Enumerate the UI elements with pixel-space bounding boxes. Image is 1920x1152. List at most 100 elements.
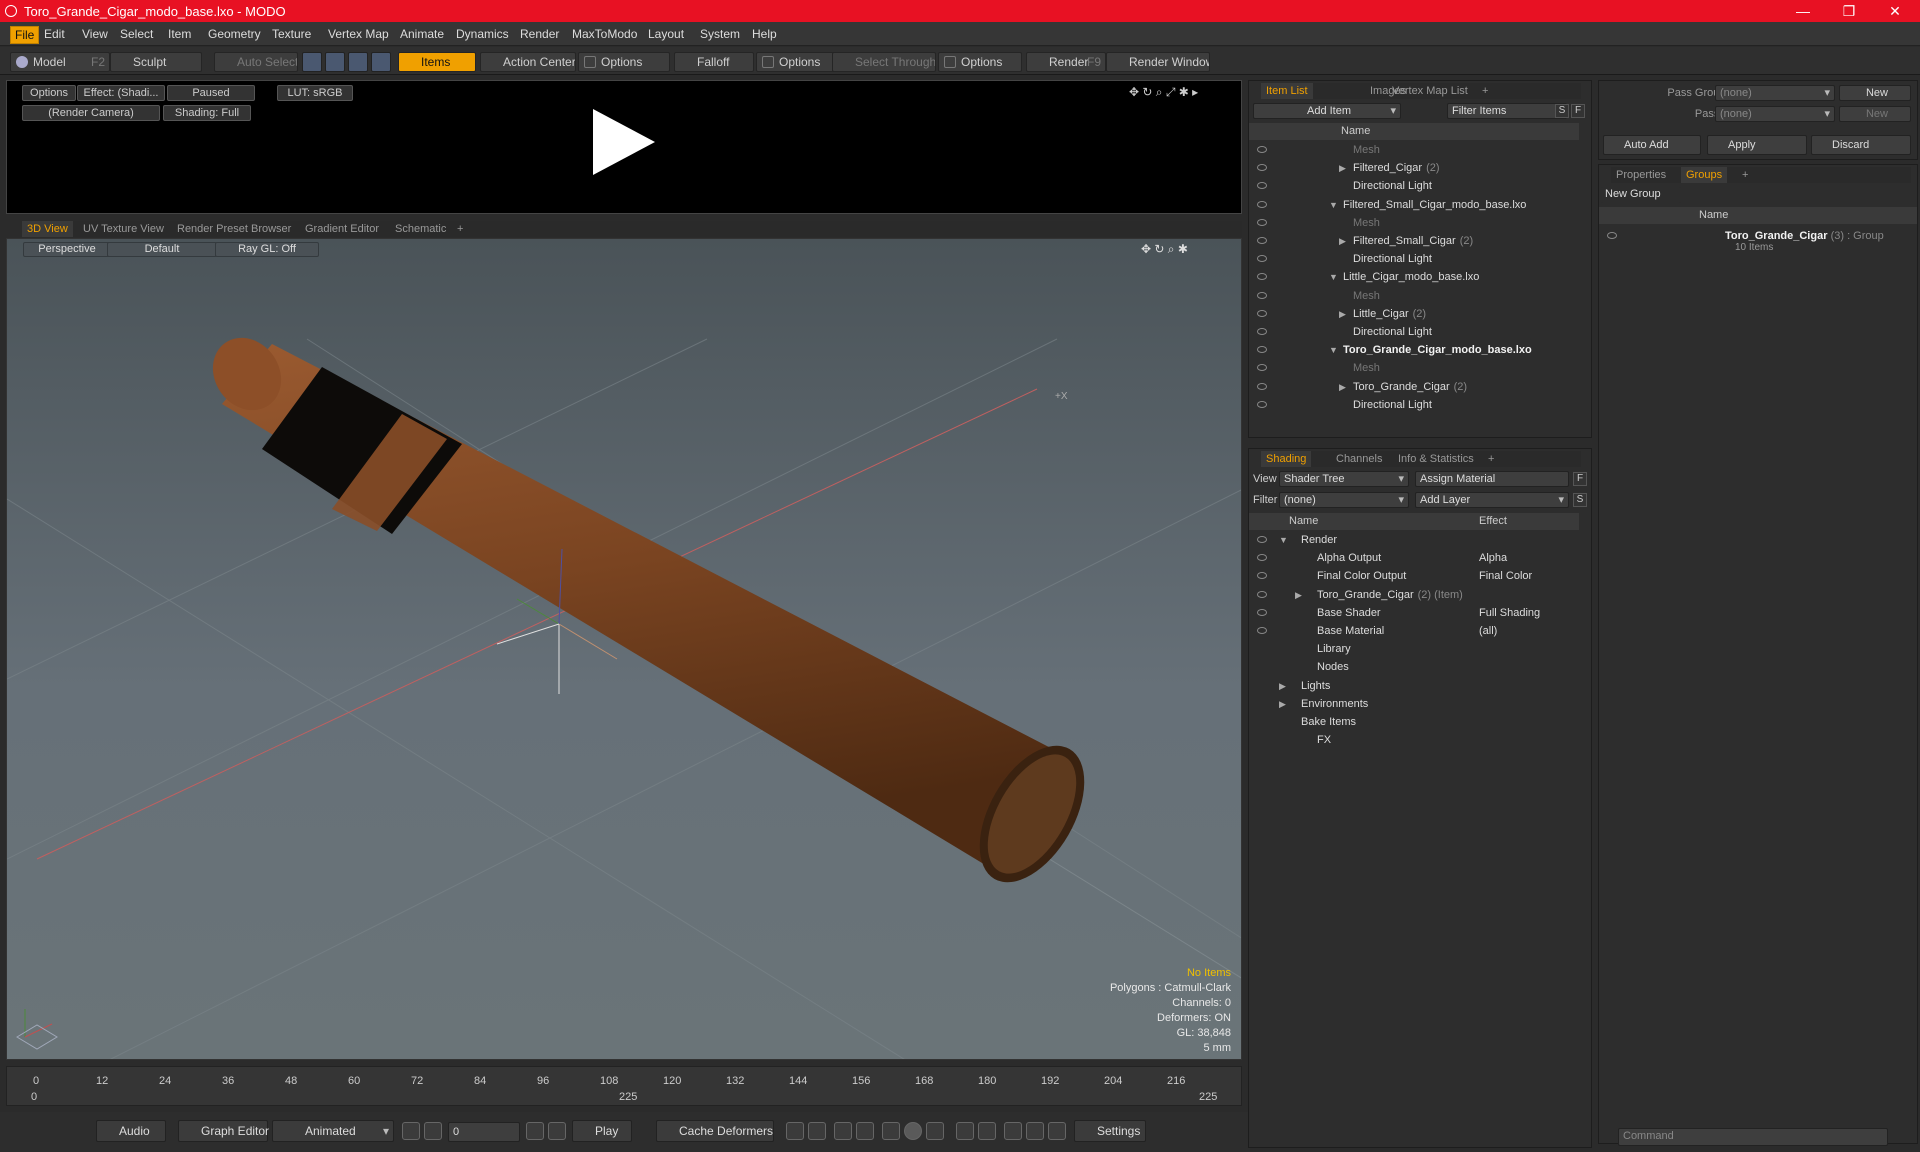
item-row[interactable]: ▼ Toro_Grande_Cigar_modo_base.lxo (1249, 341, 1579, 359)
model-button[interactable]: Model F2 (10, 52, 110, 72)
eye-icon[interactable] (1257, 328, 1267, 335)
collapse-icon[interactable]: ▼ (1329, 268, 1338, 286)
tab-info-statistics[interactable]: Info & Statistics (1393, 451, 1479, 467)
s-toggle[interactable]: S (1555, 104, 1569, 118)
options-button-2[interactable]: Options (756, 52, 836, 72)
play-button[interactable]: Play (572, 1120, 632, 1142)
play-icon[interactable] (593, 109, 655, 175)
f-toggle[interactable]: F (1571, 104, 1585, 118)
minimize-button[interactable]: — (1780, 0, 1826, 22)
expand-icon[interactable]: ▶ (1339, 159, 1346, 177)
group-row[interactable]: Toro_Grande_Cigar (3) : Group 10 Items (1599, 227, 1917, 259)
item-row[interactable]: ▼ Filtered_Small_Cigar_modo_base.lxo (1249, 196, 1579, 214)
tab-channels[interactable]: Channels (1331, 451, 1387, 467)
new-pass-group-button[interactable]: New (1839, 85, 1911, 101)
action-center-button[interactable]: Action Center (480, 52, 576, 72)
eye-icon[interactable] (1257, 364, 1267, 372)
effect-dropdown[interactable]: Final Color (1479, 567, 1532, 585)
shader-row[interactable]: FX (1249, 731, 1579, 749)
preview-options-button[interactable]: Options (22, 85, 76, 101)
menu-animate[interactable]: Animate (396, 26, 448, 42)
key-icon[interactable] (1004, 1122, 1022, 1140)
cigar-model[interactable] (199, 325, 1106, 900)
tab-shading[interactable]: Shading (1261, 451, 1312, 467)
key-icon[interactable] (834, 1122, 852, 1140)
vertices-mode-icon[interactable] (302, 52, 322, 72)
close-button[interactable]: ✕ (1872, 0, 1918, 22)
timeline[interactable]: 0 12 24 36 48 60 72 84 96 108 120 132 144 156 168 180 19… (6, 1066, 1242, 1106)
camera-dropdown[interactable]: (Render Camera) (22, 105, 160, 121)
menu-item[interactable]: Item (164, 26, 195, 42)
eye-icon[interactable] (1257, 572, 1267, 580)
3d-viewport[interactable]: Perspective Default Ray GL: Off ✥ ↻ ⌕ ✱ … (6, 238, 1242, 1060)
expand-icon[interactable]: ▶ (1339, 232, 1346, 250)
prev-key-icon[interactable] (424, 1122, 442, 1140)
eye-icon[interactable] (1607, 232, 1617, 239)
add-tab-button[interactable]: + (1737, 167, 1753, 183)
tab-vertex-map-list[interactable]: Vertex Map List (1387, 83, 1473, 99)
key-icon[interactable] (1026, 1122, 1044, 1140)
animated-dropdown[interactable]: Animated (272, 1120, 394, 1142)
eye-icon[interactable] (1257, 291, 1267, 299)
effect-dropdown[interactable]: Effect: (Shadi... (77, 85, 165, 101)
shader-row[interactable]: Base Shader Full Shading (1249, 604, 1579, 622)
collapse-icon[interactable]: ▼ (1279, 531, 1288, 549)
item-row[interactable]: ▶ Filtered_Small_Cigar (2) (1249, 232, 1579, 250)
falloff-button[interactable]: Falloff (674, 52, 754, 72)
tab-gradient-editor[interactable]: Gradient Editor (300, 221, 384, 237)
eye-icon[interactable] (1257, 218, 1267, 226)
menu-view[interactable]: View (78, 26, 112, 42)
pass-groups-dropdown[interactable]: (none) (1715, 85, 1835, 101)
expand-icon[interactable]: ▶ (1339, 305, 1346, 323)
effect-dropdown[interactable]: Alpha (1479, 549, 1507, 567)
eye-icon[interactable] (1257, 237, 1267, 244)
item-row[interactable]: Mesh (1249, 359, 1579, 377)
add-item-dropdown[interactable]: Add Item (1253, 103, 1401, 119)
render-button[interactable]: Render F9 (1026, 52, 1106, 72)
eye-icon[interactable] (1257, 273, 1267, 281)
eye-icon[interactable] (1257, 164, 1267, 172)
key-icon[interactable] (926, 1122, 944, 1140)
collapse-icon[interactable]: ▼ (1329, 196, 1338, 214)
item-row[interactable]: ▶ Little_Cigar (2) (1249, 305, 1579, 323)
effect-dropdown[interactable]: Full Shading (1479, 604, 1540, 622)
filter-dropdown[interactable]: (none) (1279, 492, 1409, 508)
tab-uv-texture-view[interactable]: UV Texture View (78, 221, 169, 237)
menu-help[interactable]: Help (748, 26, 781, 42)
auto-add-button[interactable]: Auto Add (1603, 135, 1701, 155)
collapse-icon[interactable]: ▼ (1329, 341, 1338, 359)
auto-select-button[interactable]: Auto Select (214, 52, 298, 72)
options-button-1[interactable]: Options (578, 52, 670, 72)
paused-button[interactable]: Paused (167, 85, 255, 101)
tab-item-list[interactable]: Item List (1261, 83, 1313, 99)
menu-dynamics[interactable]: Dynamics (452, 26, 513, 42)
key-icon[interactable] (856, 1122, 874, 1140)
shader-row[interactable]: ▶ Environments (1249, 695, 1579, 713)
eye-icon[interactable] (1257, 146, 1267, 153)
discard-button[interactable]: Discard (1811, 135, 1911, 155)
eye-icon[interactable] (1257, 182, 1267, 190)
passes-dropdown[interactable]: (none) (1715, 106, 1835, 122)
tab-render-preset-browser[interactable]: Render Preset Browser (172, 221, 296, 237)
item-row[interactable]: Mesh (1249, 141, 1579, 159)
select-through-button[interactable]: Select Through (832, 52, 936, 72)
eye-icon[interactable] (1257, 627, 1267, 634)
assign-material-button[interactable]: Assign Material (1415, 471, 1569, 487)
menu-file[interactable]: File (10, 26, 40, 44)
menu-texture[interactable]: Texture (268, 26, 315, 42)
expand-icon[interactable]: ▶ (1295, 586, 1302, 604)
graph-editor-button[interactable]: Graph Editor (178, 1120, 269, 1142)
shader-row[interactable]: Alpha Output Alpha (1249, 549, 1579, 567)
items-mode-button[interactable]: Items (398, 52, 476, 72)
item-row[interactable]: ▼ Little_Cigar_modo_base.lxo (1249, 268, 1579, 286)
lut-dropdown[interactable]: LUT: sRGB (277, 85, 353, 101)
menu-select[interactable]: Select (116, 26, 157, 42)
item-row[interactable]: Directional Light (1249, 396, 1579, 414)
eye-icon[interactable] (1257, 400, 1267, 408)
eye-icon[interactable] (1257, 554, 1267, 562)
eye-icon[interactable] (1257, 255, 1267, 263)
tab-properties[interactable]: Properties (1611, 167, 1671, 183)
menu-vertex-map[interactable]: Vertex Map (324, 26, 393, 42)
render-window-button[interactable]: Render Window (1106, 52, 1210, 72)
shader-row[interactable]: Base Material (all) (1249, 622, 1579, 640)
